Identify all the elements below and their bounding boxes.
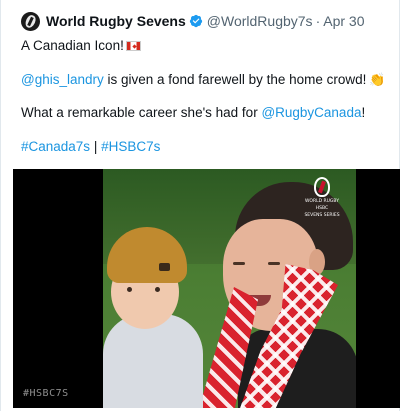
- logo-line-1: WORLD RUGBY: [304, 199, 340, 204]
- canada-flag-icon: [125, 41, 141, 51]
- tweet-text-farewell: is given a fond farewell by the home cro…: [103, 72, 367, 87]
- tweet-text-line-3: What a remarkable career she's had for @…: [21, 104, 365, 121]
- video-frame[interactable]: WORLD RUGBY HSBC SEVENS SERIES: [103, 169, 356, 408]
- tweet-hashtags: #Canada7s | #HSBC7s: [21, 138, 160, 155]
- hashtag-hsbc7s[interactable]: #HSBC7s: [101, 139, 160, 154]
- separator-dot: ·: [315, 13, 321, 29]
- video-hat-tag: [159, 263, 170, 271]
- rugby-ball-icon: [314, 177, 330, 197]
- hashtag-canada7s[interactable]: #Canada7s: [21, 139, 90, 154]
- video-baby-body: [103, 314, 203, 408]
- tweet-text-line-1: A Canadian Icon!: [21, 37, 141, 54]
- tweet-card[interactable]: World Rugby Sevens @WorldRugby7s · Apr 3…: [0, 0, 400, 411]
- hashtag-separator: |: [90, 139, 102, 154]
- video-baby-eye: [127, 287, 132, 292]
- video-player-eye: [268, 262, 280, 265]
- logo-line-3: SEVENS SERIES: [304, 213, 340, 218]
- tweet-header: World Rugby Sevens @WorldRugby7s · Apr 3…: [21, 11, 364, 31]
- video-baby-eye: [155, 287, 160, 292]
- mention-ghis-landry[interactable]: @ghis_landry: [21, 72, 104, 87]
- avatar[interactable]: [21, 11, 40, 31]
- tweet-text-line-2: @ghis_landry is given a fond farewell by…: [21, 71, 386, 88]
- video-overlay-hashtag: #HSBC7S: [23, 388, 69, 399]
- author-handle[interactable]: @WorldRugby7s: [207, 13, 313, 29]
- verified-badge-icon: [189, 14, 202, 28]
- logo-line-2: HSBC: [315, 206, 329, 211]
- clapping-hands-icon: 👏: [369, 72, 386, 87]
- video-player-eye: [233, 262, 245, 265]
- world-rugby-sevens-logo: WORLD RUGBY HSBC SEVENS SERIES: [304, 177, 340, 223]
- tweet-text-exclaim: !: [361, 105, 366, 120]
- author-display-name[interactable]: World Rugby Sevens: [46, 13, 186, 29]
- tweet-text-career: What a remarkable career she's had for: [21, 105, 262, 120]
- tweet-media-video[interactable]: WORLD RUGBY HSBC SEVENS SERIES #HSBC7S: [13, 169, 400, 408]
- tweet-text-intro: A Canadian Icon!: [21, 38, 124, 53]
- mention-rugby-canada[interactable]: @RugbyCanada: [261, 105, 361, 120]
- tweet-date[interactable]: Apr 30: [323, 13, 364, 29]
